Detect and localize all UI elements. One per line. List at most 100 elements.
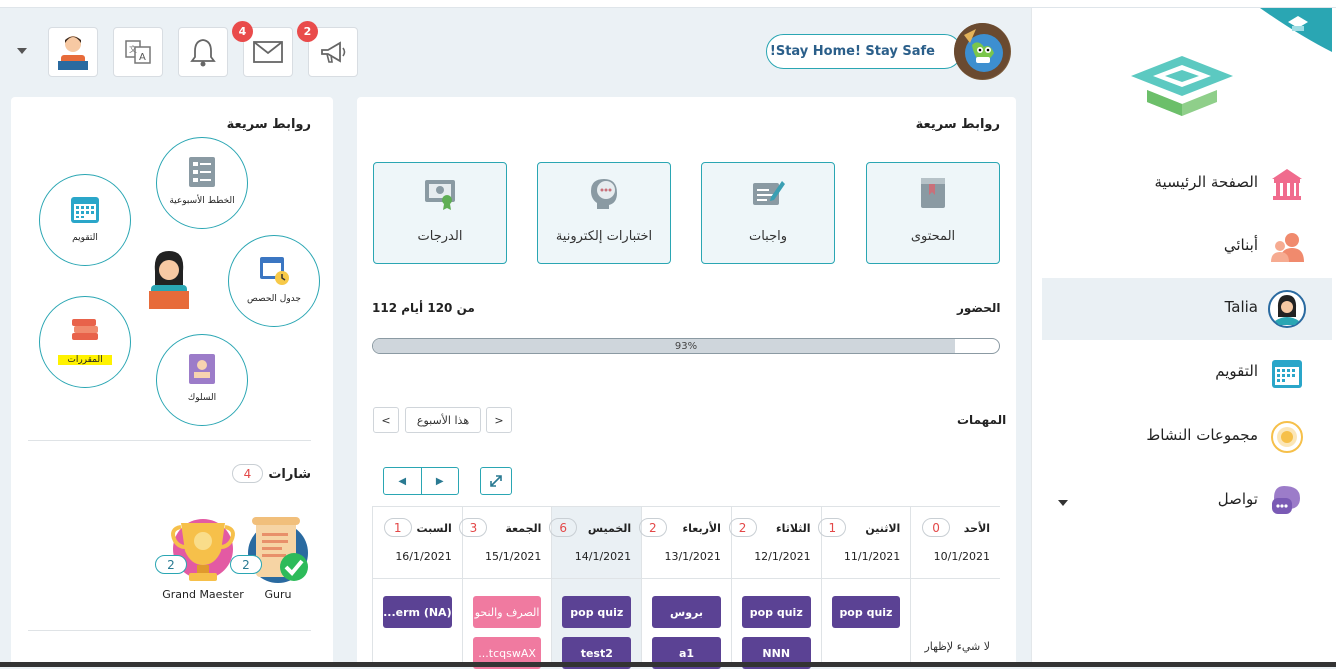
corner-decoration [1260, 8, 1332, 52]
quiz-icon [591, 179, 617, 209]
calendar-prev-button[interactable]: ◀ [384, 468, 422, 494]
day-date: 16/1/2021 [395, 550, 452, 563]
timetable-label: جدول الحصص [247, 294, 301, 304]
timetable-icon [260, 257, 289, 285]
messages-button[interactable]: 4 [232, 21, 293, 77]
homework-icon [753, 181, 785, 205]
quick-link-grades[interactable]: الدرجات [373, 162, 507, 264]
announcements-button[interactable]: 2 [297, 21, 358, 77]
badge-grand-maester[interactable]: 2 Grand Maester [155, 515, 244, 601]
sidebar-item-label: التقويم [1215, 362, 1258, 380]
user-profile-avatar[interactable] [954, 23, 1011, 80]
badges-title: شارات [268, 467, 311, 482]
task-event[interactable]: الصرف والنحو [472, 596, 542, 628]
main-panel: روابط سريعة المحتوى واجبات اختبارات إلكت… [357, 97, 1016, 669]
bottom-border [0, 662, 1336, 667]
day-name: الخميس [587, 522, 632, 535]
envelope-icon [253, 41, 283, 63]
weekly-plans-link[interactable]: الخطط الأسبوعية [156, 137, 248, 229]
prev-week-button[interactable]: < [373, 407, 399, 433]
profile-button[interactable] [48, 27, 98, 77]
expand-calendar-button[interactable] [480, 467, 512, 495]
day-separator [552, 578, 642, 579]
next-week-button[interactable]: > [486, 407, 512, 433]
this-week-button[interactable]: هذا الأسبوع [405, 407, 481, 433]
timetable-link[interactable]: جدول الحصص [228, 235, 320, 327]
day-separator [462, 578, 552, 579]
day-date: 14/1/2021 [574, 550, 632, 563]
day-task-count: 3 [459, 518, 488, 537]
task-event[interactable]: ...erm (NA) [383, 596, 452, 628]
courses-label: المقررات [58, 355, 112, 365]
sidebar-item-calendar[interactable]: التقويم [1042, 342, 1332, 404]
profile-dropdown-caret[interactable] [17, 48, 27, 54]
quick-link-equizzes[interactable]: اختبارات إلكترونية [537, 162, 671, 264]
day-name: السبت [416, 522, 452, 535]
left-panel: روابط سريعة الخطط الأسبوعية التقويم جدول… [11, 97, 333, 667]
sidebar-item-children[interactable]: أبنائي [1042, 216, 1332, 278]
calendar-link[interactable]: التقويم [39, 174, 131, 266]
task-event[interactable]: pop quiz [831, 596, 901, 628]
day-task-count: 2 [728, 518, 757, 537]
quick-link-label: الدرجات [417, 229, 463, 244]
student-avatar-icon [149, 251, 189, 309]
day-task-count: 1 [818, 518, 847, 537]
day-column: الثلاثاء 2 12/1/2021 pop quiz NNN [728, 507, 821, 669]
grand-maester-name: Grand Maester [162, 588, 244, 601]
attendance-value: 112 من 120 أيام [372, 301, 475, 315]
week-calendar: السبت 1 16/1/2021 ...erm (NA) الجمعة 3 15/1/20… [372, 506, 1001, 669]
svg-text:A: A [139, 52, 146, 63]
children-icon [1271, 233, 1304, 262]
home-icon [1272, 169, 1302, 200]
weekly-plan-icon [189, 157, 215, 187]
sidebar-item-activity-groups[interactable]: مجموعات النشاط [1042, 406, 1332, 468]
quick-link-label: واجبات [748, 229, 788, 244]
book-icon [921, 178, 945, 208]
badges-count: 4 [232, 464, 263, 483]
courses-icon [72, 319, 98, 340]
calendar-icon [71, 197, 99, 223]
attendance-progress-bar: 93% [372, 338, 1000, 354]
behavior-link[interactable]: السلوك [156, 334, 248, 426]
day-column: الأربعاء 2 13/1/2021 بروس a1 [638, 507, 731, 669]
grand-maester-count: 2 [155, 555, 187, 574]
day-separator [642, 578, 731, 579]
communication-dropdown-caret[interactable] [1058, 500, 1068, 506]
top-border [0, 0, 1336, 8]
day-separator [731, 578, 821, 579]
day-date: 11/1/2021 [843, 550, 901, 563]
left-quick-links-title: روابط سريعة [226, 117, 311, 132]
svg-text:文: 文 [129, 44, 137, 54]
day-name: الأربعاء [682, 522, 721, 535]
trophy-icon [171, 519, 235, 581]
courses-link[interactable]: المقررات [39, 296, 131, 388]
behavior-icon [189, 354, 215, 384]
day-separator [911, 578, 1001, 579]
sidebar-item-label: تواصل [1217, 490, 1258, 508]
tasks-label: المهمات [957, 413, 1007, 427]
sidebar-item-talia[interactable]: Talia [1042, 278, 1332, 340]
task-event[interactable]: بروس [652, 596, 721, 628]
behavior-label: السلوك [187, 393, 217, 403]
guru-scroll-icon [248, 517, 308, 583]
quick-link-homework[interactable]: واجبات [701, 162, 835, 264]
day-separator [821, 578, 911, 579]
quick-link-content[interactable]: المحتوى [866, 162, 1000, 264]
day-name: الأحد [963, 522, 991, 535]
stay-home-banner: !Stay Home! Stay Safe [766, 34, 962, 69]
task-event[interactable]: pop quiz [741, 596, 811, 628]
day-task-count: 1 [383, 518, 412, 537]
grades-certificate-icon [425, 180, 455, 210]
sidebar-item-home[interactable]: الصفحة الرئيسية [1042, 153, 1332, 215]
task-event[interactable]: pop quiz [562, 596, 632, 628]
attendance-percent: 93% [674, 341, 698, 352]
quick-link-label: المحتوى [910, 229, 956, 244]
day-name: الاثنين [865, 522, 901, 535]
calendar-label: التقويم [72, 233, 98, 243]
language-button[interactable]: A文 [113, 27, 163, 77]
calendar-next-button[interactable]: ▶ [422, 468, 459, 494]
notifications-button[interactable] [178, 27, 228, 77]
quick-link-label: اختبارات إلكترونية [555, 229, 653, 244]
sidebar-item-label: الصفحة الرئيسية [1154, 173, 1259, 191]
sidebar-item-communication[interactable]: تواصل [1042, 470, 1332, 532]
